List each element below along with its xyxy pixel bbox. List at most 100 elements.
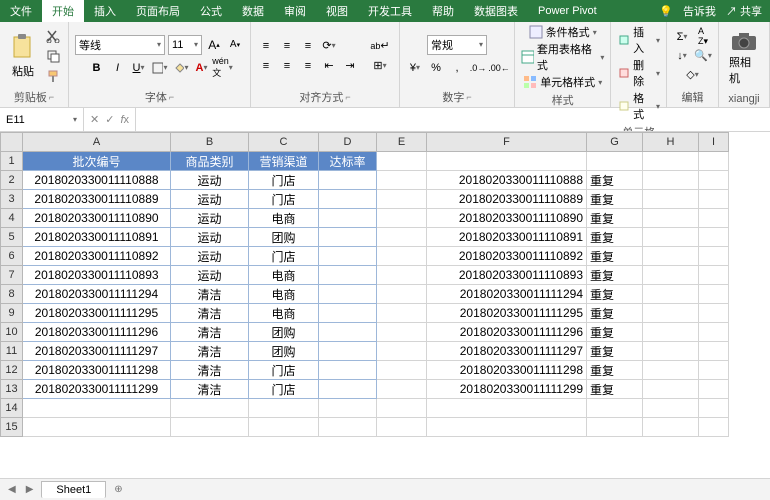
- cell[interactable]: [427, 418, 587, 437]
- cell[interactable]: [643, 323, 699, 342]
- cell[interactable]: [643, 171, 699, 190]
- table-header[interactable]: 商品类别: [171, 152, 249, 171]
- cell[interactable]: [377, 304, 427, 323]
- cell[interactable]: 2018020330011110888: [427, 171, 587, 190]
- fx-icon[interactable]: fx: [120, 114, 129, 126]
- tab-dev[interactable]: 开发工具: [358, 0, 422, 22]
- table-header[interactable]: 营销渠道: [249, 152, 319, 171]
- tab-formula[interactable]: 公式: [190, 0, 232, 22]
- cell[interactable]: 2018020330011111299: [427, 380, 587, 399]
- tab-pivot[interactable]: Power Pivot: [528, 0, 607, 22]
- align-middle-button[interactable]: ≡: [278, 37, 296, 55]
- cell[interactable]: [319, 304, 377, 323]
- cell[interactable]: 团购: [249, 228, 319, 247]
- col-header-A[interactable]: A: [23, 133, 171, 152]
- comma-button[interactable]: ,: [448, 59, 466, 77]
- cell[interactable]: 2018020330011111295: [427, 304, 587, 323]
- row-header-8[interactable]: 8: [1, 285, 23, 304]
- tab-review[interactable]: 审阅: [274, 0, 316, 22]
- cell[interactable]: 重复: [587, 342, 643, 361]
- bold-button[interactable]: B: [88, 59, 106, 77]
- cell[interactable]: [699, 247, 729, 266]
- align-bottom-button[interactable]: ≡: [299, 37, 317, 55]
- row-header-2[interactable]: 2: [1, 171, 23, 190]
- cell[interactable]: 电商: [249, 304, 319, 323]
- sheet-tab-1[interactable]: Sheet1: [41, 481, 106, 498]
- cell[interactable]: [587, 399, 643, 418]
- tell-me[interactable]: 告诉我: [683, 3, 716, 19]
- cell[interactable]: [699, 228, 729, 247]
- tab-insert[interactable]: 插入: [84, 0, 126, 22]
- cell[interactable]: [643, 228, 699, 247]
- share-button[interactable]: ↗ 共享: [726, 3, 762, 19]
- cell[interactable]: [427, 399, 587, 418]
- tab-nav-next[interactable]: ▶: [24, 484, 36, 495]
- name-box[interactable]: E11▾: [0, 108, 84, 131]
- cell[interactable]: 运动: [171, 247, 249, 266]
- tab-home[interactable]: 开始: [42, 0, 84, 22]
- cell[interactable]: 2018020330011110890: [427, 209, 587, 228]
- cell[interactable]: 重复: [587, 171, 643, 190]
- cell[interactable]: [23, 418, 171, 437]
- cell[interactable]: [643, 209, 699, 228]
- cell[interactable]: 2018020330011111298: [427, 361, 587, 380]
- cell[interactable]: 重复: [587, 304, 643, 323]
- col-header-F[interactable]: F: [427, 133, 587, 152]
- col-header-C[interactable]: C: [249, 133, 319, 152]
- cell[interactable]: 2018020330011111299: [23, 380, 171, 399]
- cell[interactable]: [699, 190, 729, 209]
- cancel-icon[interactable]: ✕: [90, 113, 99, 126]
- row-header-5[interactable]: 5: [1, 228, 23, 247]
- cell[interactable]: [587, 418, 643, 437]
- row-header-12[interactable]: 12: [1, 361, 23, 380]
- find-button[interactable]: 🔍▾: [694, 47, 712, 65]
- sheet-grid[interactable]: ABCDEFGHI1批次编号商品类别营销渠道达标率220180203300111…: [0, 132, 770, 478]
- cell[interactable]: 2018020330011110892: [427, 247, 587, 266]
- cell[interactable]: [377, 209, 427, 228]
- table-header[interactable]: 达标率: [319, 152, 377, 171]
- cell[interactable]: [377, 380, 427, 399]
- row-header-15[interactable]: 15: [1, 418, 23, 437]
- cell[interactable]: [699, 171, 729, 190]
- cell[interactable]: 电商: [249, 266, 319, 285]
- border-button[interactable]: ▾: [151, 59, 169, 77]
- cell[interactable]: 2018020330011110891: [427, 228, 587, 247]
- format-painter-button[interactable]: [44, 67, 62, 85]
- cell[interactable]: [377, 285, 427, 304]
- cell[interactable]: 运动: [171, 266, 249, 285]
- cell[interactable]: [319, 342, 377, 361]
- cell[interactable]: [643, 342, 699, 361]
- cell[interactable]: 重复: [587, 361, 643, 380]
- cell[interactable]: 2018020330011111296: [23, 323, 171, 342]
- new-sheet-button[interactable]: ⊕: [112, 484, 124, 495]
- cell[interactable]: [699, 266, 729, 285]
- cell[interactable]: [249, 399, 319, 418]
- enter-icon[interactable]: ✓: [105, 113, 114, 126]
- underline-button[interactable]: U▾: [130, 59, 148, 77]
- cell[interactable]: 2018020330011111295: [23, 304, 171, 323]
- cell[interactable]: 运动: [171, 209, 249, 228]
- cell[interactable]: [319, 190, 377, 209]
- col-header-I[interactable]: I: [699, 133, 729, 152]
- row-header-1[interactable]: 1: [1, 152, 23, 171]
- cell[interactable]: 团购: [249, 323, 319, 342]
- cell[interactable]: [699, 399, 729, 418]
- cell[interactable]: 重复: [587, 209, 643, 228]
- cell[interactable]: 重复: [587, 190, 643, 209]
- sort-filter-button[interactable]: AZ▾: [694, 28, 712, 46]
- cell[interactable]: [427, 152, 587, 171]
- tab-view[interactable]: 视图: [316, 0, 358, 22]
- cond-format-button[interactable]: 条件格式▾: [529, 24, 597, 40]
- tab-chart[interactable]: 数据图表: [464, 0, 528, 22]
- tab-file[interactable]: 文件: [0, 0, 42, 22]
- select-all-corner[interactable]: [1, 133, 23, 152]
- cell[interactable]: [319, 228, 377, 247]
- cell[interactable]: 电商: [249, 209, 319, 228]
- percent-button[interactable]: %: [427, 59, 445, 77]
- currency-button[interactable]: ¥▾: [406, 59, 424, 77]
- dec-decimal-button[interactable]: .00←: [490, 59, 508, 77]
- tab-nav-prev[interactable]: ◀: [6, 484, 18, 495]
- cell[interactable]: [699, 152, 729, 171]
- cell[interactable]: 2018020330011110891: [23, 228, 171, 247]
- cell[interactable]: [377, 342, 427, 361]
